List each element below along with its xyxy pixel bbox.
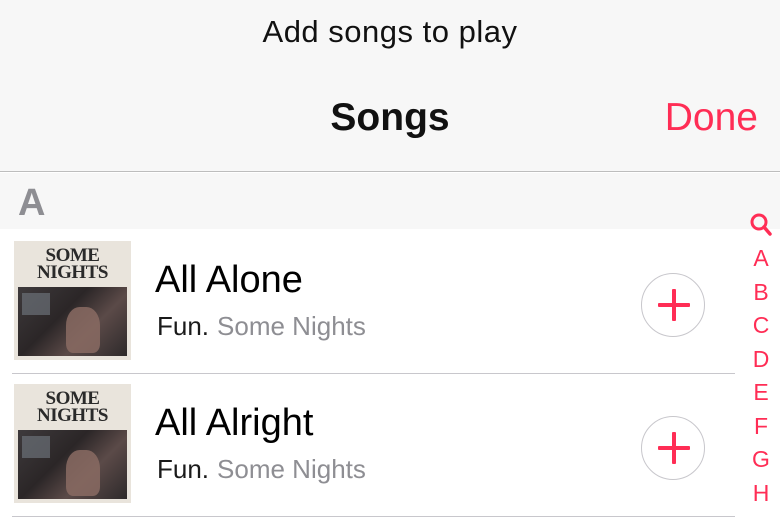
song-artist: Fun. [157, 454, 210, 484]
index-letter-a[interactable]: A [753, 242, 768, 276]
album-art: SOME NIGHTS [14, 241, 131, 360]
done-button[interactable]: Done [665, 96, 758, 140]
index-letter-h[interactable]: H [753, 477, 770, 511]
index-letter-e[interactable]: E [753, 376, 768, 410]
header-prompt: Add songs to play [262, 14, 518, 49]
song-title: All Alright [155, 402, 314, 444]
section-index-bar[interactable]: A B C D E F G H [742, 212, 780, 519]
album-art: SOME NIGHTS [14, 384, 131, 503]
song-title: All Alone [155, 259, 303, 301]
song-subtitle: Fun. Some Nights [157, 454, 366, 485]
row-divider [12, 516, 735, 517]
plus-icon [672, 289, 676, 321]
section-header [0, 173, 780, 229]
album-art-title: SOME NIGHTS [37, 388, 108, 426]
song-row[interactable]: SOME NIGHTS All Alone Fun. Some Nights [0, 231, 735, 373]
song-row[interactable]: SOME NIGHTS All Alright Fun. Some Nights [0, 374, 735, 516]
plus-icon [672, 432, 676, 464]
page-title: Songs [330, 96, 450, 139]
album-art-detail [66, 450, 100, 496]
add-song-button[interactable] [641, 273, 705, 337]
song-subtitle: Fun. Some Nights [157, 311, 366, 342]
add-song-button[interactable] [641, 416, 705, 480]
album-art-detail [22, 436, 50, 458]
index-letter-f[interactable]: F [754, 410, 768, 444]
magnifier-icon[interactable] [749, 212, 773, 238]
album-art-detail [22, 293, 50, 315]
index-letter-d[interactable]: D [753, 343, 770, 377]
song-album: Some Nights [217, 454, 366, 484]
section-letter: A [18, 182, 46, 224]
index-letter-c[interactable]: C [753, 309, 770, 343]
song-artist: Fun. [157, 311, 210, 341]
album-art-title: SOME NIGHTS [37, 245, 108, 283]
index-letter-g[interactable]: G [752, 443, 770, 477]
album-art-detail [66, 307, 100, 353]
song-album: Some Nights [217, 311, 366, 341]
index-letter-b[interactable]: B [753, 276, 768, 310]
navigation-header: Add songs to play Songs Done [0, 0, 780, 172]
